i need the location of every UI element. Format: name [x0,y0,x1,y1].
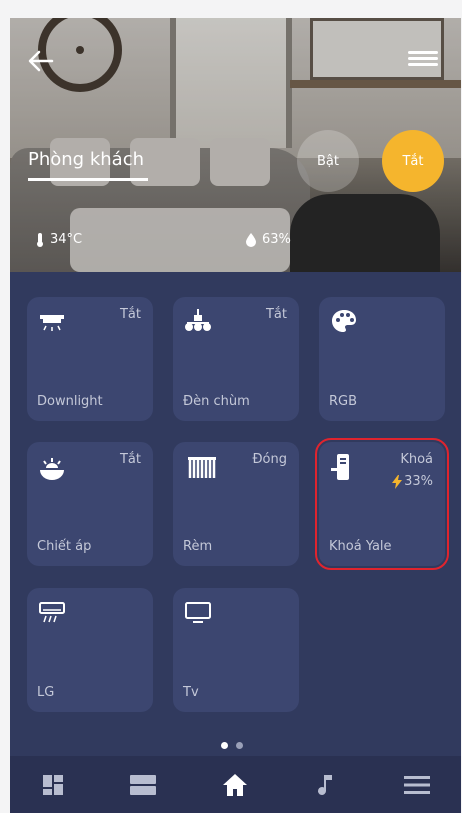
hamburger-icon [408,51,438,54]
turn-on-button[interactable]: Bật [297,130,359,192]
water-drop-icon [246,232,256,247]
menu-icon [404,775,430,794]
device-tile-rgb[interactable]: RGB [319,297,445,421]
nav-dashboard[interactable] [10,756,98,813]
nav-home[interactable] [190,756,280,813]
device-name: Chiết áp [37,539,92,554]
room-title[interactable]: Phòng khách [28,149,144,170]
back-button[interactable] [26,48,56,74]
device-tile-yale-lock[interactable]: Khoá 33% Khoá Yale [315,438,449,570]
page-indicator [221,742,243,749]
device-name: Tv [183,685,199,700]
dashboard-icon [43,774,63,795]
nav-menu[interactable] [372,756,461,813]
home-icon [223,773,247,796]
device-tile-dimmer[interactable]: Tắt Chiết áp [27,442,153,566]
battery-level: 33% [392,474,433,489]
device-tile-tv[interactable]: Tv [173,588,299,712]
device-name: Downlight [37,394,103,409]
room-title-underline [28,178,148,181]
bottom-navigation [10,756,461,813]
turn-off-button[interactable]: Tắt [382,130,444,192]
scenes-icon [130,774,156,795]
arrow-left-icon [28,50,54,72]
device-name: Khoá Yale [329,539,392,554]
dimmer-icon [40,458,64,480]
device-status: Tắt [119,452,141,467]
nav-scenes[interactable] [98,756,188,813]
device-status: Tắt [119,307,141,322]
device-tile-curtain[interactable]: Đóng Rèm [173,442,299,566]
thermometer-icon [37,232,43,247]
temperature-readout: 34°C [36,232,82,247]
device-status: Tắt [265,307,287,322]
device-tile-downlight[interactable]: Tắt Downlight [27,297,153,421]
humidity-readout: 63% [246,232,291,247]
device-name: RGB [329,394,358,409]
device-status: Khoá [400,452,433,467]
device-name: Rèm [183,539,213,554]
lightning-icon [392,474,403,489]
app-screen: Phòng khách Bật Tắt 34°C 63% Tắt Downlig… [10,18,461,813]
temperature-value: 34°C [50,232,83,247]
music-icon [318,774,332,795]
device-name: Đèn chùm [183,394,250,409]
palette-icon [332,310,356,332]
air-conditioner-icon [39,602,65,623]
curtain-icon [188,457,216,478]
page-dot-2[interactable] [236,742,243,749]
tv-icon [185,602,211,623]
chandelier-icon [185,309,211,331]
humidity-value: 63% [262,232,291,247]
nav-music[interactable] [280,756,370,813]
device-status: Đóng [252,452,287,467]
downlight-icon [40,315,64,331]
device-tile-lg[interactable]: LG [27,588,153,712]
battery-value: 33% [404,474,433,489]
page-dot-1[interactable] [221,742,228,749]
door-lock-icon [331,454,349,480]
device-tile-chandelier[interactable]: Tắt Đèn chùm [173,297,299,421]
device-name: LG [37,685,55,700]
header-menu-button[interactable] [408,48,438,72]
